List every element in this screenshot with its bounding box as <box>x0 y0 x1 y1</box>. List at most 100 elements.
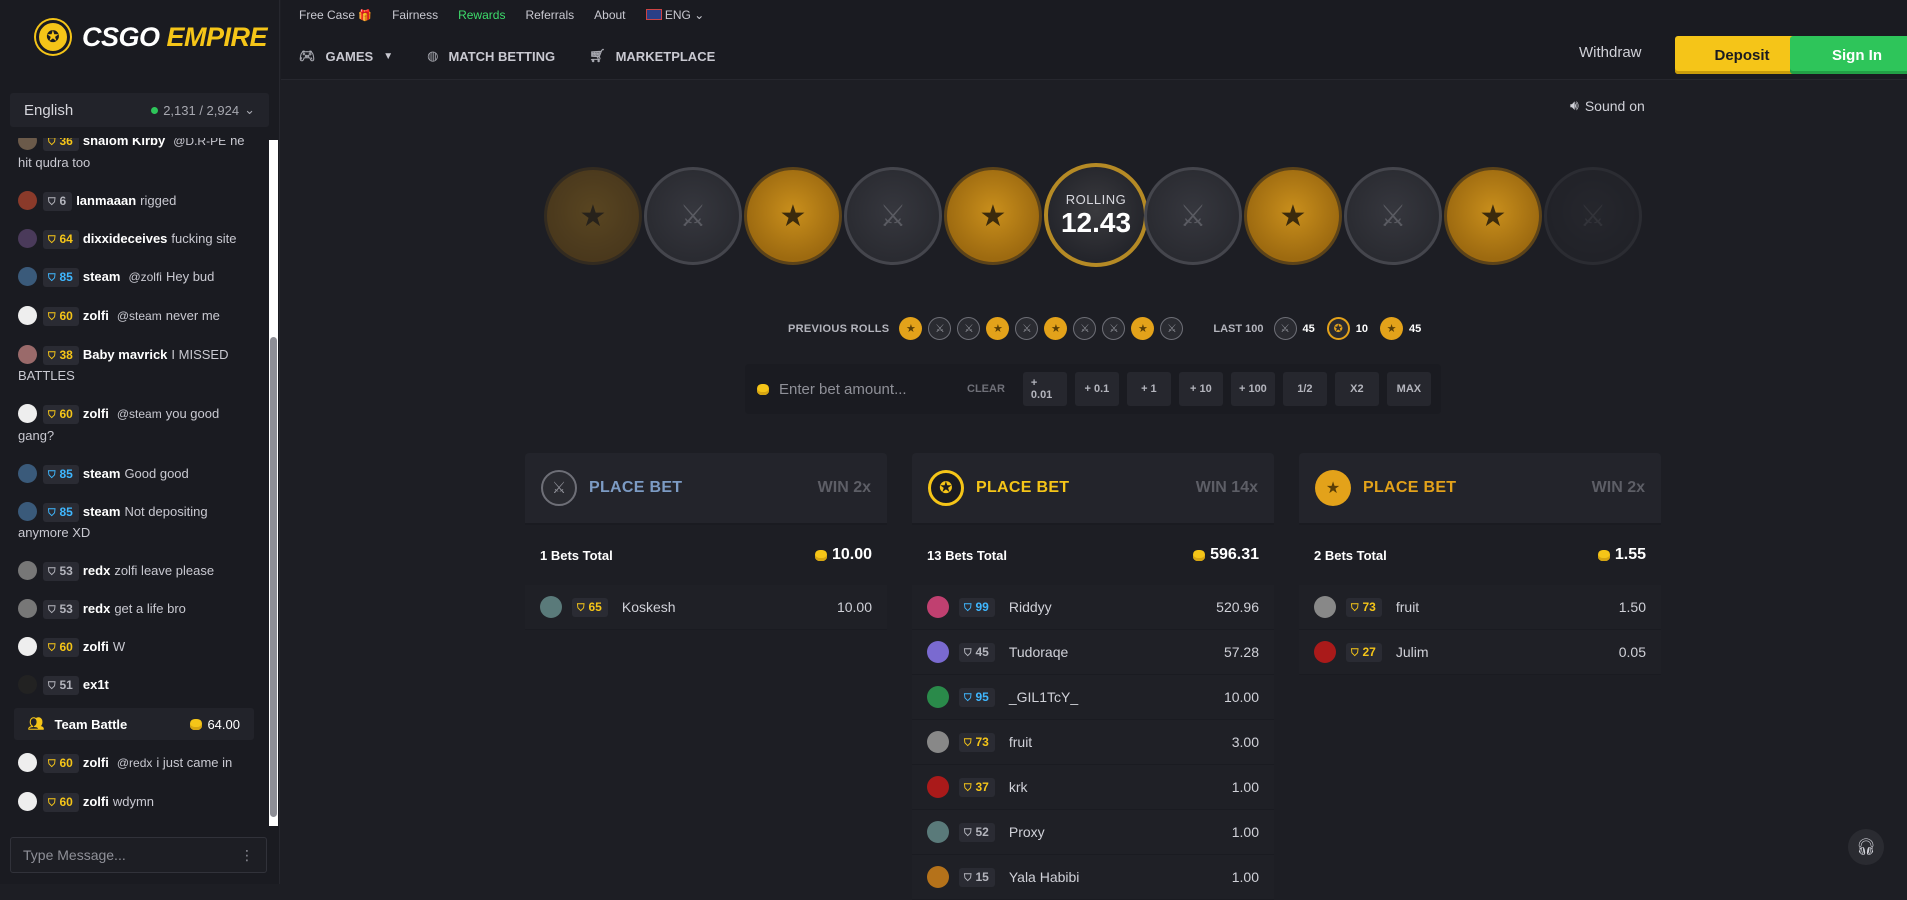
bettor-name[interactable]: _GIL1TcY_ <box>1009 689 1224 705</box>
bet-modifier-button[interactable]: + 100 <box>1230 372 1275 406</box>
chat-language-selector[interactable]: English 2,131 / 2,924 ⌄ <box>10 93 269 127</box>
avatar[interactable] <box>1314 641 1336 663</box>
bet-modifier-button[interactable]: + 1 <box>1126 372 1171 406</box>
bettor-name[interactable]: Proxy <box>1009 824 1232 840</box>
chat-message: ⛉ 51 ex1t <box>0 674 268 695</box>
avatar[interactable] <box>18 464 37 483</box>
chat-username[interactable]: zolfi <box>83 794 109 809</box>
avatar[interactable] <box>927 641 949 663</box>
bettor-name[interactable]: fruit <box>1009 734 1232 750</box>
headset-support-icon[interactable]: 🎧︎ <box>1848 829 1884 865</box>
nav-match-betting[interactable]: ◍ MATCH BETTING <box>427 48 555 64</box>
level-badge: ⛉ 65 <box>572 597 608 617</box>
clear-button[interactable]: CLEAR <box>967 383 1005 395</box>
bet-modifier-button[interactable]: X2 <box>1334 372 1379 406</box>
bet-column-t: ★ PLACE BET WIN 2x 2 Bets Total 1.55 ⛉ 73… <box>1299 453 1661 675</box>
bet-row: ⛉ 37 krk 1.00 <box>912 765 1274 810</box>
chat-username[interactable]: zolfi <box>83 406 109 421</box>
referrals-link[interactable]: Referrals <box>525 8 574 22</box>
avatar[interactable] <box>927 821 949 843</box>
avatar[interactable] <box>18 229 37 248</box>
avatar[interactable] <box>927 686 949 708</box>
chat-mention[interactable]: @zolfi <box>124 267 166 288</box>
withdraw-link[interactable]: Withdraw <box>1579 44 1642 61</box>
avatar[interactable] <box>18 792 37 811</box>
chat-scrollbar[interactable] <box>269 140 278 826</box>
logo[interactable]: ✪ CSGO EMPIRE <box>36 20 268 54</box>
avatar[interactable] <box>18 138 37 150</box>
avatar[interactable] <box>927 776 949 798</box>
shield-icon: ⛉ <box>964 692 972 704</box>
level-badge: ⛉ 85 <box>43 503 79 522</box>
about-link[interactable]: About <box>594 8 625 22</box>
place-bet-bonus-button[interactable]: ✪ PLACE BET WIN 14x <box>912 453 1274 525</box>
avatar[interactable] <box>540 596 562 618</box>
sound-toggle[interactable]: 🔊︎ Sound on <box>1570 97 1645 114</box>
avatar[interactable] <box>18 191 37 210</box>
bettor-name[interactable]: Riddyy <box>1009 599 1216 615</box>
bettor-name[interactable]: Koskesh <box>622 599 837 615</box>
bet-modifier-button[interactable]: MAX <box>1386 372 1431 406</box>
team-battle-card[interactable]: 👥︎ Team Battle 64.00 <box>14 708 254 740</box>
avatar[interactable] <box>18 637 37 656</box>
avatar[interactable] <box>18 753 37 772</box>
free-case-link[interactable]: Free Case 🎁 <box>299 8 372 22</box>
more-options-icon[interactable]: ⋮ <box>240 847 254 864</box>
level-badge: ⛉ 36 <box>43 138 79 151</box>
fairness-link[interactable]: Fairness <box>392 8 438 22</box>
chat-username[interactable]: Ianmaaan <box>76 193 136 208</box>
chat-mention[interactable]: @steam <box>113 306 166 327</box>
avatar[interactable] <box>927 866 949 888</box>
avatar[interactable] <box>927 731 949 753</box>
chat-username[interactable]: steam <box>83 269 121 284</box>
rewards-link[interactable]: Rewards <box>458 8 505 22</box>
avatar[interactable] <box>18 599 37 618</box>
chat-username[interactable]: steam <box>83 504 121 519</box>
chat-text: get a life bro <box>114 601 186 616</box>
bettor-name[interactable]: Tudoraqe <box>1009 644 1224 660</box>
avatar[interactable] <box>18 561 37 580</box>
bet-modifier-button[interactable]: 1/2 <box>1282 372 1327 406</box>
chat-username[interactable]: dixxideceives <box>83 231 168 246</box>
place-bet-t-button[interactable]: ★ PLACE BET WIN 2x <box>1299 453 1661 525</box>
avatar[interactable] <box>18 267 37 286</box>
avatar[interactable] <box>927 596 949 618</box>
avatar[interactable] <box>18 675 37 694</box>
avatar[interactable] <box>18 404 37 423</box>
chat-username[interactable]: redx <box>83 601 110 616</box>
nav-games[interactable]: 🎮︎ GAMES ▼ <box>299 48 393 64</box>
chat-username[interactable]: zolfi <box>83 639 109 654</box>
avatar[interactable] <box>18 345 37 364</box>
chat-username[interactable]: zolfi <box>83 755 109 770</box>
ct-coin-icon: ⚔ <box>1344 167 1442 265</box>
chat-username[interactable]: ex1t <box>83 677 109 692</box>
nav-marketplace[interactable]: 🛒︎ MARKETPLACE <box>589 48 715 64</box>
bet-amount-input[interactable]: Enter bet amount... <box>757 381 957 398</box>
ct-coin-icon: ⚔ <box>844 167 942 265</box>
chat-username[interactable]: shalom Kirby <box>83 138 165 148</box>
language-dropdown[interactable]: ENG ⌄ <box>645 8 704 22</box>
bettor-name[interactable]: Yala Habibi <box>1009 869 1232 885</box>
level-badge: ⛉ 60 <box>43 307 79 326</box>
chat-username[interactable]: Baby mavrick <box>83 347 168 362</box>
chat-message-input[interactable]: Type Message... ⋮ <box>10 837 267 873</box>
place-bet-ct-button[interactable]: ⚔ PLACE BET WIN 2x <box>525 453 887 525</box>
bet-modifier-button[interactable]: + 0.1 <box>1074 372 1119 406</box>
chat-mention[interactable]: @steam <box>113 404 166 425</box>
bet-modifier-button[interactable]: + 0.01 <box>1022 372 1067 406</box>
avatar[interactable] <box>18 306 37 325</box>
deposit-button[interactable]: Deposit <box>1675 36 1809 74</box>
chat-username[interactable]: steam <box>83 466 121 481</box>
bettor-name[interactable]: fruit <box>1396 599 1619 615</box>
bettor-name[interactable]: krk <box>1009 779 1232 795</box>
avatar[interactable] <box>18 502 37 521</box>
sign-in-button[interactable]: Sign In <box>1790 36 1907 74</box>
chat-mention[interactable]: @redx <box>113 753 157 774</box>
chat-username[interactable]: zolfi <box>83 308 109 323</box>
bet-modifier-button[interactable]: + 10 <box>1178 372 1223 406</box>
bettor-name[interactable]: Julim <box>1396 644 1619 660</box>
chat-mention[interactable]: @D.R-PE <box>169 138 230 152</box>
avatar[interactable] <box>1314 596 1336 618</box>
level-badge: ⛉ 53 <box>43 562 79 581</box>
chat-username[interactable]: redx <box>83 563 110 578</box>
